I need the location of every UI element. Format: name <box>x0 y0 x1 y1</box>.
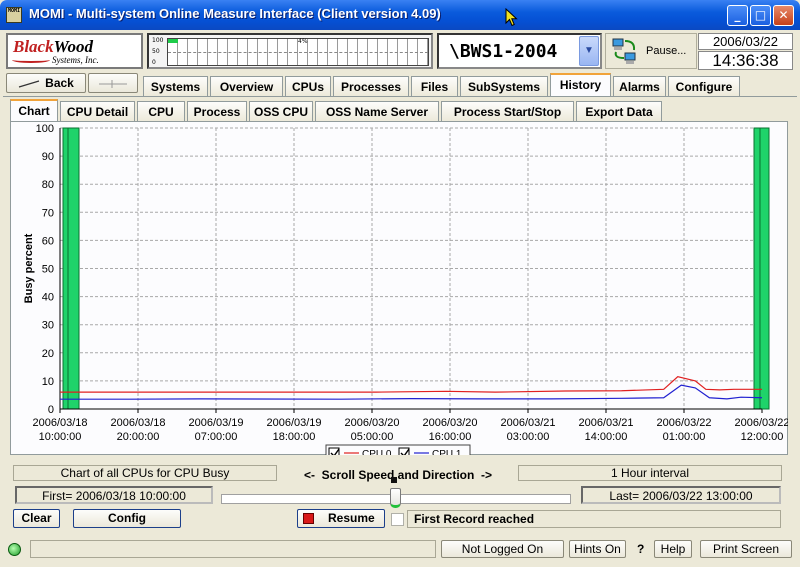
x-tick-label-date: 2006/03/21 <box>500 417 555 429</box>
x-tick-label-time: 16:00:00 <box>429 431 472 443</box>
first-record-checkbox[interactable] <box>391 513 404 526</box>
legend-label: CPU 1 <box>432 449 462 455</box>
tab-overview[interactable]: Overview <box>210 76 283 97</box>
x-tick-label-time: 07:00:00 <box>195 431 238 443</box>
minimize-icon[interactable]: _ <box>727 5 748 26</box>
y-tick-label: 50 <box>42 264 54 276</box>
system-selector[interactable]: \BWS1-2004 ▼ <box>437 33 602 69</box>
y-tick-label: 90 <box>42 151 54 163</box>
pause-button[interactable]: Pause... <box>605 33 697 69</box>
x-tick-label-date: 2006/03/22 <box>656 417 711 429</box>
cpu-busy-chart: 0 10 20 30 40 50 60 70 80 90 100 2006/03/18 10:00:00… <box>23 123 788 455</box>
forward-button[interactable] <box>88 73 138 93</box>
y-tick-label: 10 <box>42 376 54 388</box>
x-tick-label-time: 03:00:00 <box>507 431 550 443</box>
app-icon[interactable]: MOMI <box>6 7 22 23</box>
connection-status-icon <box>8 543 21 556</box>
legend-label: CPU 0 <box>362 449 392 455</box>
scroll-center-marker <box>391 477 397 483</box>
x-tick-label-date: 2006/03/18 <box>110 417 165 429</box>
current-date: 2006/03/22 <box>698 33 793 50</box>
subtab-process[interactable]: Process <box>187 101 247 122</box>
tab-subsystems[interactable]: SubSystems <box>460 76 548 97</box>
pause-label: Pause... <box>646 45 687 57</box>
start-boundary-marker <box>62 127 80 410</box>
chevron-down-icon[interactable]: ▼ <box>579 36 599 66</box>
help-button[interactable]: Help <box>654 540 692 558</box>
x-tick-label-date: 2006/03/20 <box>422 417 477 429</box>
x-tick-label-time: 14:00:00 <box>585 431 628 443</box>
login-status-button[interactable]: Not Logged On <box>441 540 564 558</box>
chart-description: Chart of all CPUs for CPU Busy <box>13 465 277 481</box>
x-tick-label-time: 20:00:00 <box>117 431 160 443</box>
title-bar[interactable]: MOMI MOMI - Multi-system Online Measure … <box>0 0 800 30</box>
x-tick-label-date: 2006/03/19 <box>266 417 321 429</box>
network-computers-icon <box>612 38 636 64</box>
status-message: First Record reached <box>407 510 781 528</box>
interval-display: 1 Hour interval <box>518 465 782 481</box>
resume-label: Resume <box>328 511 375 525</box>
subtab-cpu[interactable]: CPU <box>137 101 185 122</box>
tab-processes[interactable]: Processes <box>333 76 409 97</box>
y-tick-label: 40 <box>42 292 54 304</box>
mouse-cursor-icon <box>505 8 518 27</box>
y-tick-label: 100 <box>36 123 54 135</box>
y-axis-label: Busy percent <box>23 233 35 303</box>
tab-configure[interactable]: Configure <box>668 76 740 97</box>
x-tick-label-date: 2006/03/21 <box>578 417 633 429</box>
status-field <box>30 540 436 558</box>
subtab-process-start-stop[interactable]: Process Start/Stop <box>441 101 574 122</box>
subtab-cpu-detail[interactable]: CPU Detail <box>60 101 135 122</box>
subtab-export-data[interactable]: Export Data <box>576 101 662 122</box>
back-button[interactable]: Back <box>6 73 86 93</box>
x-tick-label-time: 12:00:00 <box>741 431 784 443</box>
y-tick-label: 80 <box>42 179 54 191</box>
slider-thumb[interactable] <box>390 488 401 508</box>
x-tick-label-date: 2006/03/18 <box>32 417 87 429</box>
x-tick-label-time: 01:00:00 <box>663 431 706 443</box>
close-icon[interactable]: ✕ <box>773 5 794 26</box>
x-tick-label-date: 2006/03/19 <box>188 417 243 429</box>
meter-fill <box>168 39 179 43</box>
cpu-busy-meter: 100 50 0 4% <box>147 33 433 69</box>
y-tick-label: 60 <box>42 235 54 247</box>
tab-systems[interactable]: Systems <box>143 76 208 97</box>
y-tick-label: 20 <box>42 348 54 360</box>
x-tick-label-time: 18:00:00 <box>273 431 316 443</box>
subtab-oss-name-server[interactable]: OSS Name Server <box>315 101 439 122</box>
forward-arrow-icon <box>99 79 127 88</box>
maximize-icon[interactable]: □ <box>750 5 771 26</box>
question-icon[interactable]: ? <box>637 542 644 556</box>
tab-alarms[interactable]: Alarms <box>613 76 666 97</box>
subtab-chart[interactable]: Chart <box>10 99 58 122</box>
subtab-oss-cpu[interactable]: OSS CPU <box>249 101 313 122</box>
x-tick-label-date: 2006/03/20 <box>344 417 399 429</box>
company-logo: BlackWood Systems, Inc. <box>6 33 143 69</box>
x-tick-label-date: 2006/03/22 <box>734 417 788 429</box>
first-record-display: First= 2006/03/18 10:00:00 <box>15 486 213 504</box>
x-tick-label-time: 05:00:00 <box>351 431 394 443</box>
current-time: 14:36:38 <box>698 51 793 70</box>
meter-percent: 4% <box>298 38 308 45</box>
tab-history[interactable]: History <box>550 73 611 96</box>
back-arrow-icon <box>18 80 40 88</box>
x-tick-label-time: 10:00:00 <box>39 431 82 443</box>
y-tick-label: 30 <box>42 320 54 332</box>
y-tick-label: 70 <box>42 207 54 219</box>
hints-toggle-button[interactable]: Hints On <box>569 540 626 558</box>
tab-cpus[interactable]: CPUs <box>285 76 331 97</box>
y-tick-label: 0 <box>48 404 54 416</box>
scroll-speed-label: <- Scroll Speed and Direction -> <box>303 468 493 482</box>
end-boundary-marker <box>753 127 770 410</box>
resume-button[interactable]: Resume <box>297 509 385 528</box>
config-button[interactable]: Config <box>73 509 181 528</box>
tab-files[interactable]: Files <box>411 76 458 97</box>
clear-button[interactable]: Clear <box>13 509 60 528</box>
print-screen-button[interactable]: Print Screen <box>700 540 792 558</box>
window-title: MOMI - Multi-system Online Measure Inter… <box>29 6 441 21</box>
record-stop-icon <box>303 513 314 524</box>
nav-divider <box>3 96 797 97</box>
system-name: \BWS1-2004 <box>449 41 558 62</box>
last-record-display: Last= 2006/03/22 13:00:00 <box>581 486 781 504</box>
